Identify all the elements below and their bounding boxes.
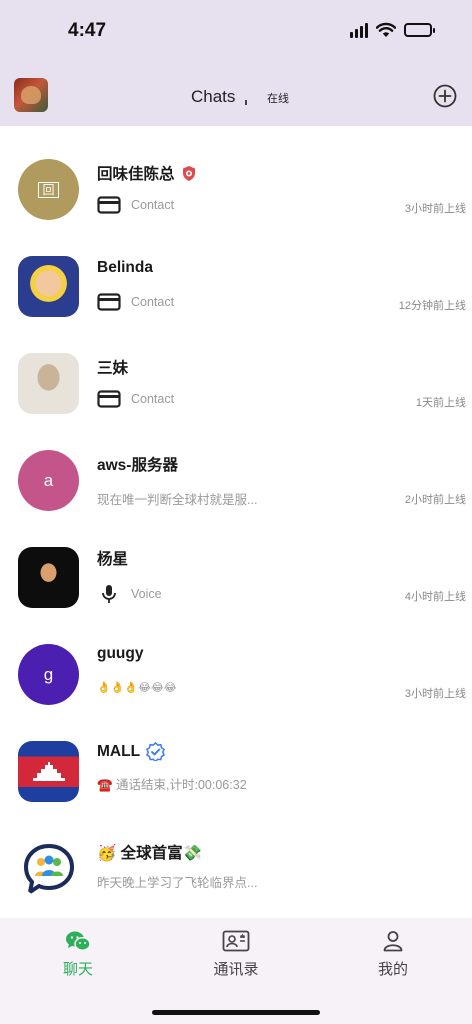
avatar [18,741,79,802]
avatar-letter: g [43,664,54,684]
chat-preview: 昨天晚上学习了飞轮临界点... [97,876,258,890]
chat-name: 🥳 全球首富💸 [97,845,202,862]
card-icon [97,293,121,311]
avatar [18,256,79,317]
last-online: 4小时前上线 [404,591,466,603]
chat-preview: 现在唯一判断全球村就是服... [97,493,258,507]
bottom-tab-bar: 聊天 通讯录 我的 [0,918,472,1024]
chat-name: aws-服务器 [97,457,178,474]
chat-item[interactable]: 杨星 Voice 4小时前上线 [0,514,472,611]
title-separator [245,100,247,105]
wechat-icon [66,931,91,951]
avatar: g [18,644,79,705]
chat-item[interactable]: MALL ☎️ 通话结束,计时:00:06:32 [0,708,472,805]
tab-chats[interactable]: 聊天 [38,930,118,979]
add-circle-icon[interactable] [433,84,457,108]
profile-icon [383,931,403,952]
chat-item[interactable]: 三妹 Contact 1天前上线 [0,320,472,417]
shield-icon [182,165,195,181]
chat-name: 回味佳陈总 [97,166,175,183]
wifi-icon [376,22,396,37]
page-title: Chats [191,87,236,106]
status-time: 4:47 [68,20,107,41]
chat-item[interactable]: Belinda Contact 12分钟前上线 [0,223,472,320]
chat-name: 三妹 [97,360,129,377]
avatar: a [18,450,79,511]
contacts-icon [222,930,250,952]
tab-label: 我的 [377,961,408,978]
avatar [18,547,79,608]
group-chat-icon [23,843,74,896]
flag-temple-icon [32,761,65,781]
avatar [18,353,79,414]
chat-name: 杨星 [97,551,129,568]
chat-name: guugy [97,645,144,662]
chat-name: MALL [97,742,141,760]
my-avatar[interactable] [14,78,48,112]
tab-me[interactable]: 我的 [353,930,433,979]
mic-icon [102,585,116,603]
tab-label: 聊天 [62,961,93,978]
last-online: 2小时前上线 [404,494,466,506]
chat-name: Belinda [97,259,153,276]
chat-item[interactable]: a aws-服务器 现在唯一判断全球村就是服... 2小时前上线 [0,417,472,514]
last-online: 1天前上线 [415,397,466,409]
avatar [18,838,79,899]
chat-header: Chats 在线 [0,64,472,126]
avatar-letter: a [43,470,54,490]
last-online: 3小时前上线 [404,203,466,215]
tab-contacts[interactable]: 通讯录 [196,930,276,979]
signal-icon [350,22,368,38]
avatar: 回 [18,159,79,220]
avatar-letter: 回 [38,181,59,198]
card-icon [97,390,121,408]
home-indicator [152,1010,320,1015]
battery-icon [404,23,435,37]
online-status: 在线 [267,93,289,105]
card-icon [97,196,121,214]
chat-preview: Contact [131,295,175,309]
last-online: 12分钟前上线 [398,300,466,312]
chat-item[interactable]: g guugy 👌👌👌😂😂😂 3小时前上线 [0,611,472,708]
last-online: 3小时前上线 [404,688,466,700]
chat-preview: Contact [131,198,175,212]
chat-preview: Voice [131,587,162,601]
tab-label: 通讯录 [213,961,259,978]
verified-icon [146,742,166,761]
chat-list: 回 回味佳陈总 Contact 3小时前上线 Belinda Contact 1… [0,126,472,902]
chat-preview: ☎️ 通话结束,计时:00:06:32 [97,778,247,792]
chat-preview: Contact [131,392,175,406]
chat-item[interactable]: 回 回味佳陈总 Contact 3小时前上线 [0,126,472,223]
status-icons [350,22,435,38]
chat-preview: 👌👌👌😂😂😂 [97,682,177,694]
chat-item[interactable]: 🥳 全球首富💸 昨天晚上学习了飞轮临界点... [0,805,472,902]
status-bar: 4:47 [0,0,472,64]
